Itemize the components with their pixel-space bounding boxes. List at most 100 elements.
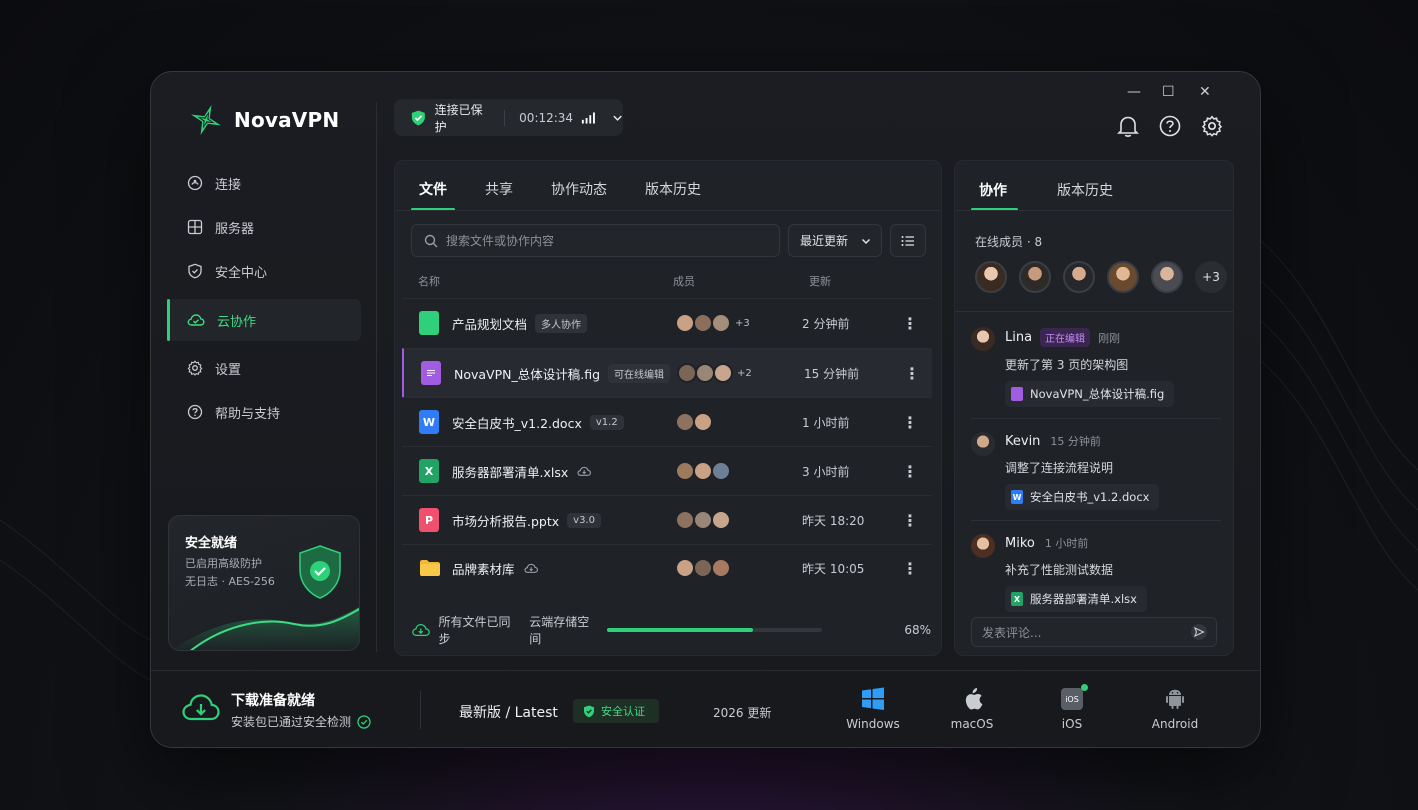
avatar	[711, 558, 731, 578]
sidebar-item-settings[interactable]: 设置	[167, 347, 361, 389]
online-members-avatars: +3	[975, 261, 1227, 293]
folder-shape	[420, 560, 440, 576]
security-badge-label: 安全认证	[601, 705, 645, 718]
file-updated: 2 分钟前	[802, 316, 850, 331]
column-header-members[interactable]: 成员	[673, 273, 695, 289]
column-header-name[interactable]: 名称	[418, 273, 440, 289]
avatar[interactable]	[1019, 261, 1051, 293]
send-icon[interactable]	[1190, 623, 1208, 641]
file-row[interactable]: W 安全白皮书_v1.2.docx v1.2 1 小时前 ⋮	[402, 397, 932, 446]
sync-status: 所有文件已同步	[438, 615, 511, 646]
sidebar-item-help[interactable]: 帮助与支持	[167, 391, 361, 433]
sidebar-item-servers[interactable]: 服务器	[167, 206, 361, 248]
activity-time: 1 小时前	[1044, 537, 1089, 550]
lines-icon	[427, 369, 435, 377]
shield-check-icon	[299, 545, 341, 599]
list-view-button[interactable]	[890, 224, 926, 257]
column-header-updated[interactable]: 更新	[809, 273, 831, 289]
activity-divider	[971, 418, 1221, 419]
storage-progress-fill	[607, 628, 754, 632]
cloud-sync-icon	[577, 466, 592, 476]
tab-shared[interactable]: 共享	[485, 161, 513, 211]
security-card-line-2: 无日志 · AES-256	[185, 575, 275, 588]
sidebar-item-label: 安全中心	[215, 265, 268, 281]
more-options-icon[interactable]: ⋮	[902, 462, 918, 481]
avatar	[675, 510, 695, 530]
platform-macos[interactable]: macOS	[932, 687, 1012, 731]
comment-placeholder: 发表评论...	[982, 625, 1042, 640]
tab-version-history[interactable]: 版本历史	[645, 161, 701, 211]
tab-collab-version-history[interactable]: 版本历史	[1057, 180, 1113, 200]
file-tag: v1.2	[589, 414, 624, 430]
tab-files[interactable]: 文件	[411, 161, 455, 211]
connection-status[interactable]: 连接已保护 00:12:34	[394, 99, 623, 136]
more-options-icon[interactable]: ⋮	[904, 364, 920, 383]
file-tag: v3.0	[567, 512, 601, 528]
bell-icon[interactable]	[1117, 114, 1139, 138]
platform-android[interactable]: Android	[1135, 687, 1215, 731]
search-icon	[424, 234, 438, 247]
platform-windows[interactable]: Windows	[833, 687, 913, 731]
file-row[interactable]: X 服务器部署清单.xlsx 3 小时前 ⋮	[402, 446, 932, 495]
sidebar-item-label: 连接	[215, 177, 242, 193]
file-name: NovaVPN_总体设计稿.fig	[454, 366, 601, 382]
avatar[interactable]	[1151, 261, 1183, 293]
activity-file-link[interactable]: NovaVPN_总体设计稿.fig	[1005, 381, 1175, 407]
signal-strength-icon	[582, 111, 595, 124]
more-options-icon[interactable]: ⋮	[902, 559, 918, 578]
file-row[interactable]: 品牌素材库 昨天 10:05 ⋮	[402, 544, 932, 591]
update-year: 2026 更新	[713, 706, 772, 720]
status-divider	[504, 109, 506, 126]
maximize-button[interactable]: ☐	[1162, 84, 1175, 100]
sidebar-item-connect[interactable]: 连接	[167, 162, 361, 204]
file-tag: 可在线编辑	[608, 363, 671, 383]
connect-icon	[187, 175, 203, 191]
avatar[interactable]	[1107, 261, 1139, 293]
more-options-icon[interactable]: ⋮	[902, 314, 918, 333]
sidebar-divider	[376, 102, 377, 652]
platform-ios[interactable]: iOS iOS	[1032, 684, 1112, 731]
minimize-button[interactable]: —	[1127, 84, 1141, 100]
figma-file-icon	[1011, 387, 1023, 401]
avatar[interactable]	[1063, 261, 1095, 293]
file-row[interactable]: 产品规划文档 多人协作 +3 2 分钟前 ⋮	[402, 298, 932, 347]
update-dot	[1081, 684, 1088, 691]
windows-icon	[862, 687, 884, 710]
file-row[interactable]: P 市场分析报告.pptx v3.0 昨天 18:20 ⋮	[402, 495, 932, 544]
file-name-cell: 市场分析报告.pptx v3.0	[452, 511, 601, 530]
security-certified-badge: 安全认证	[573, 699, 659, 723]
activity-user-name: Miko	[1005, 535, 1035, 551]
storage-percent: 68%	[904, 623, 931, 637]
comment-input[interactable]: 发表评论...	[971, 617, 1217, 647]
tab-activity[interactable]: 协作动态	[551, 161, 607, 211]
activity-file-link[interactable]: W 安全白皮书_v1.2.docx	[1005, 484, 1160, 510]
sort-dropdown[interactable]: 最近更新	[788, 224, 882, 257]
close-button[interactable]: ✕	[1199, 84, 1211, 100]
activity-file-link[interactable]: X 服务器部署清单.xlsx	[1005, 586, 1147, 612]
avatar	[713, 363, 733, 383]
activity-time: 刚刚	[1098, 331, 1121, 345]
search-input[interactable]: 搜索文件或协作内容	[411, 224, 780, 257]
help-icon[interactable]	[1159, 115, 1181, 137]
more-members-count[interactable]: +3	[1195, 261, 1227, 293]
file-row-selected[interactable]: NovaVPN_总体设计稿.fig 可在线编辑 +2 15 分钟前 ⋮	[402, 348, 932, 397]
activity-text: 更新了第 3 页的架构图	[1005, 358, 1129, 372]
download-title: 下载准备就绪	[231, 693, 315, 709]
download-bar: 下载准备就绪 安装包已通过安全检测 最新版 / Latest 安全认证 2026…	[151, 670, 1260, 747]
avatar[interactable]	[975, 261, 1007, 293]
tab-collab[interactable]: 协作	[979, 180, 1007, 200]
more-options-icon[interactable]: ⋮	[902, 511, 918, 530]
avatar	[693, 510, 713, 530]
sidebar-item-cloud-collab[interactable]: 云协作	[167, 299, 361, 341]
avatar	[693, 412, 713, 432]
member-avatars	[675, 412, 713, 432]
cloud-icon	[187, 314, 205, 326]
sidebar-item-security[interactable]: 安全中心	[167, 250, 361, 292]
avatar	[971, 327, 995, 351]
cloud-check-icon	[412, 624, 430, 636]
member-avatars	[675, 558, 731, 578]
gear-icon[interactable]	[1201, 115, 1223, 137]
search-placeholder: 搜索文件或协作内容	[446, 234, 555, 248]
server-icon	[187, 219, 203, 235]
more-options-icon[interactable]: ⋮	[902, 413, 918, 432]
